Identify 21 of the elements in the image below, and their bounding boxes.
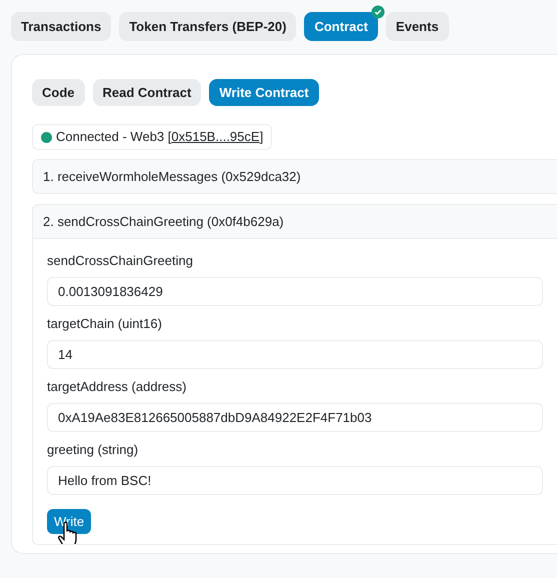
connection-text: Connected - Web3 [ — [56, 128, 172, 146]
bracket-text: ] — [260, 128, 264, 146]
input-field[interactable]: 0xA19Ae83E812665005887dbD9A84922E2F4F71b03 — [47, 403, 543, 432]
write-button[interactable]: Write — [47, 509, 92, 534]
input-field[interactable]: 14 — [47, 340, 543, 369]
field-label: sendCrossChainGreeting — [47, 253, 194, 268]
sub-tab[interactable]: Code — [32, 79, 84, 106]
sub-tab[interactable]: Read Contract — [92, 79, 202, 106]
tab[interactable]: Transactions — [11, 12, 112, 41]
field-label: targetAddress (address) — [47, 379, 188, 394]
wallet-address-link[interactable]: 0x515B....95cE — [171, 128, 260, 146]
field-label: greeting (string) — [47, 442, 140, 457]
sub-tab[interactable]: Write Contract — [209, 79, 319, 106]
function-header[interactable]: 2. sendCrossChainGreeting (0x0f4b629a) — [33, 205, 557, 238]
input-field[interactable]: Hello from BSC! — [47, 466, 543, 495]
input-field[interactable]: 0.0013091836429 — [47, 277, 543, 306]
function-header[interactable]: 1. receiveWormholeMessages (0x529dca32) — [33, 160, 557, 193]
tab[interactable]: Events — [386, 12, 449, 41]
tab[interactable]: Contract — [304, 12, 378, 41]
field-label: targetChain (uint16) — [47, 316, 163, 331]
tab[interactable]: Token Transfers (BEP-20) — [119, 12, 296, 41]
